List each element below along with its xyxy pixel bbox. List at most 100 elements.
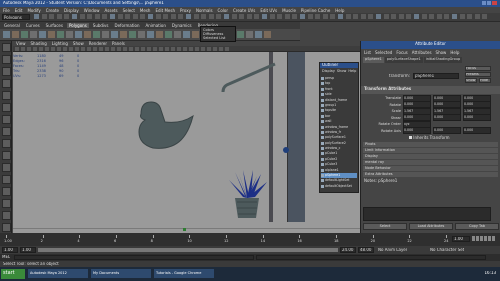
- status-tool-icon[interactable]: [307, 14, 313, 19]
- status-tool-icon[interactable]: [459, 14, 465, 19]
- attr-value-field[interactable]: 0.000: [433, 127, 461, 135]
- status-tool-icon[interactable]: [368, 14, 374, 19]
- attr-menu-focus[interactable]: Focus: [396, 50, 407, 55]
- maximize-icon[interactable]: [487, 1, 491, 5]
- panel-tool-icon[interactable]: [213, 47, 217, 51]
- playback-controls[interactable]: [472, 236, 498, 242]
- attr-menu-selected[interactable]: Selected: [375, 50, 392, 55]
- paint-select-icon[interactable]: [2, 67, 11, 76]
- panel-tool-icon[interactable]: [93, 47, 97, 51]
- panel-tool-icon[interactable]: [99, 47, 103, 51]
- panel-tool-icon[interactable]: [201, 47, 205, 51]
- shelf-tool-icon[interactable]: [246, 31, 253, 38]
- status-tool-icon[interactable]: [87, 14, 93, 19]
- status-tool-icon[interactable]: [398, 14, 404, 19]
- bird-silhouette[interactable]: [131, 98, 197, 156]
- attr-tab[interactable]: pSphere1: [363, 57, 384, 63]
- panel-tool-icon[interactable]: [171, 47, 175, 51]
- attr-menu-attributes[interactable]: Attributes: [412, 50, 432, 55]
- outliner-menu-show[interactable]: Show: [337, 69, 346, 74]
- graph-layout-icon[interactable]: [2, 187, 11, 196]
- show-manip-icon[interactable]: [2, 127, 11, 136]
- panel-tool-icon[interactable]: [75, 47, 79, 51]
- status-tool-icon[interactable]: [353, 14, 359, 19]
- character-set-dropdown[interactable]: No Character Set: [430, 248, 464, 252]
- panel-tool-icon[interactable]: [57, 47, 61, 51]
- focus-button[interactable]: Focus: [465, 66, 491, 71]
- status-tool-icon[interactable]: [429, 14, 435, 19]
- panel-tool-icon[interactable]: [111, 47, 115, 51]
- status-tool-icon[interactable]: [383, 14, 389, 19]
- status-tool-icon[interactable]: [170, 14, 176, 19]
- shelf-tab-polygons[interactable]: Polygons: [66, 23, 89, 28]
- psphere-selected[interactable]: [283, 147, 289, 153]
- shelf-tool-icon[interactable]: [30, 31, 37, 38]
- lasso-tool-icon[interactable]: [2, 55, 11, 64]
- status-tool-icon[interactable]: [49, 14, 55, 19]
- playback-end-field[interactable]: 24.00: [340, 247, 356, 253]
- transform-attributes-header[interactable]: Transform Attributes: [361, 86, 500, 94]
- playback-start-field[interactable]: 1.00: [20, 247, 36, 253]
- status-tool-icon[interactable]: [452, 14, 457, 19]
- transform-name-field[interactable]: pSphere1: [413, 73, 459, 79]
- hide-button[interactable]: Hide: [479, 78, 491, 83]
- status-tool-icon[interactable]: [72, 14, 77, 19]
- shelf-tool-icon[interactable]: [138, 31, 145, 38]
- shelf-tool-icon[interactable]: [12, 31, 19, 38]
- shelf-tool-icon[interactable]: [255, 31, 262, 38]
- anim-layer-dropdown[interactable]: No Anim Layer: [378, 248, 407, 252]
- status-tool-icon[interactable]: [178, 14, 184, 19]
- panel-tool-icon[interactable]: [81, 47, 85, 51]
- scale-tool-icon[interactable]: [2, 103, 11, 112]
- panel-tool-icon[interactable]: [63, 47, 67, 51]
- viewport-3d[interactable]: Verts: 1180 49 0 Edges: 2316 96 0 Faces: 1149 48 0 T…: [13, 52, 360, 233]
- panel-tool-icon[interactable]: [225, 47, 229, 51]
- shelf-tab-subdivs[interactable]: Subdivs: [91, 23, 111, 28]
- potted-plant[interactable]: [225, 170, 269, 222]
- status-tool-icon[interactable]: [467, 14, 473, 19]
- attr-copy-tab-button[interactable]: Copy Tab: [455, 223, 499, 230]
- status-tool-icon[interactable]: [292, 14, 298, 19]
- minimize-icon[interactable]: [482, 1, 486, 5]
- outliner-item[interactable]: defaultObjectSet: [321, 184, 357, 189]
- shelf-tool-icon[interactable]: [156, 31, 163, 38]
- status-tool-icon[interactable]: [216, 14, 222, 19]
- status-tool-icon[interactable]: [79, 14, 85, 19]
- status-tool-icon[interactable]: [94, 14, 100, 19]
- shelf-tool-icon[interactable]: [3, 31, 10, 38]
- attr-menu-list[interactable]: List: [364, 50, 371, 55]
- status-tool-icon[interactable]: [155, 14, 161, 19]
- shelf-tool-icon[interactable]: [165, 31, 172, 38]
- taskbar-item[interactable]: Autodesk Maya 2012: [28, 269, 88, 278]
- status-tool-icon[interactable]: [474, 14, 480, 19]
- shelf-tab-dynamics[interactable]: Dynamics: [170, 23, 194, 28]
- taskbar-item[interactable]: Tutorials - Google Chrome: [154, 269, 214, 278]
- shelf-tool-icon[interactable]: [174, 31, 181, 38]
- shelf-tab-animation[interactable]: Animation: [144, 23, 168, 28]
- outliner-menu-help[interactable]: Help: [348, 69, 356, 74]
- status-tool-icon[interactable]: [421, 14, 427, 19]
- fast-forward-icon[interactable]: [492, 236, 495, 241]
- hypershade-layout-icon[interactable]: [2, 211, 11, 220]
- end-frame-field[interactable]: 48.00: [358, 247, 374, 253]
- status-tool-icon[interactable]: [315, 14, 321, 19]
- status-tool-icon[interactable]: [338, 14, 343, 19]
- panel-tool-icon[interactable]: [165, 47, 169, 51]
- attr-value-field[interactable]: 0.000: [403, 127, 431, 135]
- status-tool-icon[interactable]: [231, 14, 237, 19]
- panel-tool-icon[interactable]: [141, 47, 145, 51]
- shelf-tab-surfaces[interactable]: Surfaces: [44, 23, 65, 28]
- attr-value-field[interactable]: 0.000: [433, 114, 461, 122]
- status-tool-icon[interactable]: [117, 14, 123, 19]
- status-tool-icon[interactable]: [360, 14, 366, 19]
- status-tool-icon[interactable]: [163, 14, 169, 19]
- panel-tool-icon[interactable]: [105, 47, 109, 51]
- selection-popup[interactable]: Colors Diffuseness Selected List: [200, 26, 236, 42]
- status-tool-icon[interactable]: [444, 14, 450, 19]
- attr-section-header[interactable]: Display: [363, 154, 498, 159]
- play-icon[interactable]: [484, 236, 487, 241]
- attr-load-attributes-button[interactable]: Load Attributes: [409, 223, 453, 230]
- panel-tool-icon[interactable]: [129, 47, 133, 51]
- notes-field[interactable]: [363, 207, 491, 221]
- status-tool-icon[interactable]: [41, 14, 47, 19]
